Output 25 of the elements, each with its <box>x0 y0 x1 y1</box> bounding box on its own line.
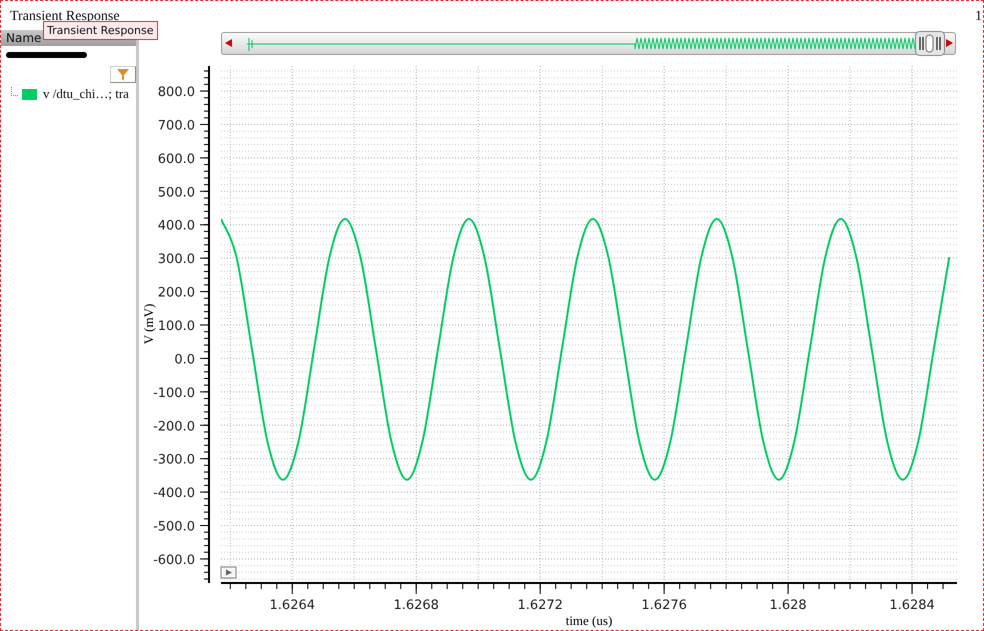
y-tick-label: 200.0 <box>158 286 195 300</box>
y-tick-label: 800.0 <box>158 84 195 100</box>
y-tick-label: 600.0 <box>158 152 195 167</box>
y-tick-label: -600.0 <box>153 552 195 568</box>
y-tick-label: 300.0 <box>158 252 195 268</box>
y-tick-label: -500.0 <box>153 519 195 534</box>
y-tick-label: -200.0 <box>153 419 195 434</box>
y-tick-label: -300.0 <box>153 452 195 468</box>
y-tick-label: -400.0 <box>153 486 195 502</box>
y-axis-label: V (mV) <box>141 304 156 344</box>
y-tick-label: 700.0 <box>158 118 195 134</box>
x-tick-label: 1.6276 <box>641 598 687 613</box>
x-tick-label: 1.6264 <box>270 598 316 613</box>
y-tick-label: -100.0 <box>153 386 195 401</box>
y-tick-label: 0.0 <box>174 352 195 368</box>
x-tick-label: 1.628 <box>770 598 807 613</box>
corner-text: 1 <box>975 9 982 25</box>
y-tick-label: 400.0 <box>158 218 195 234</box>
x-tick-label: 1.6268 <box>393 598 439 613</box>
y-tick-label: 500.0 <box>158 185 195 200</box>
tooltip: Transient Response <box>43 21 158 40</box>
x-axis-label: time (us) <box>566 612 612 628</box>
y-tick-label: 100.0 <box>158 318 195 334</box>
x-tick-label: 1.6272 <box>517 598 563 613</box>
x-tick-label: 1.6284 <box>889 598 935 613</box>
